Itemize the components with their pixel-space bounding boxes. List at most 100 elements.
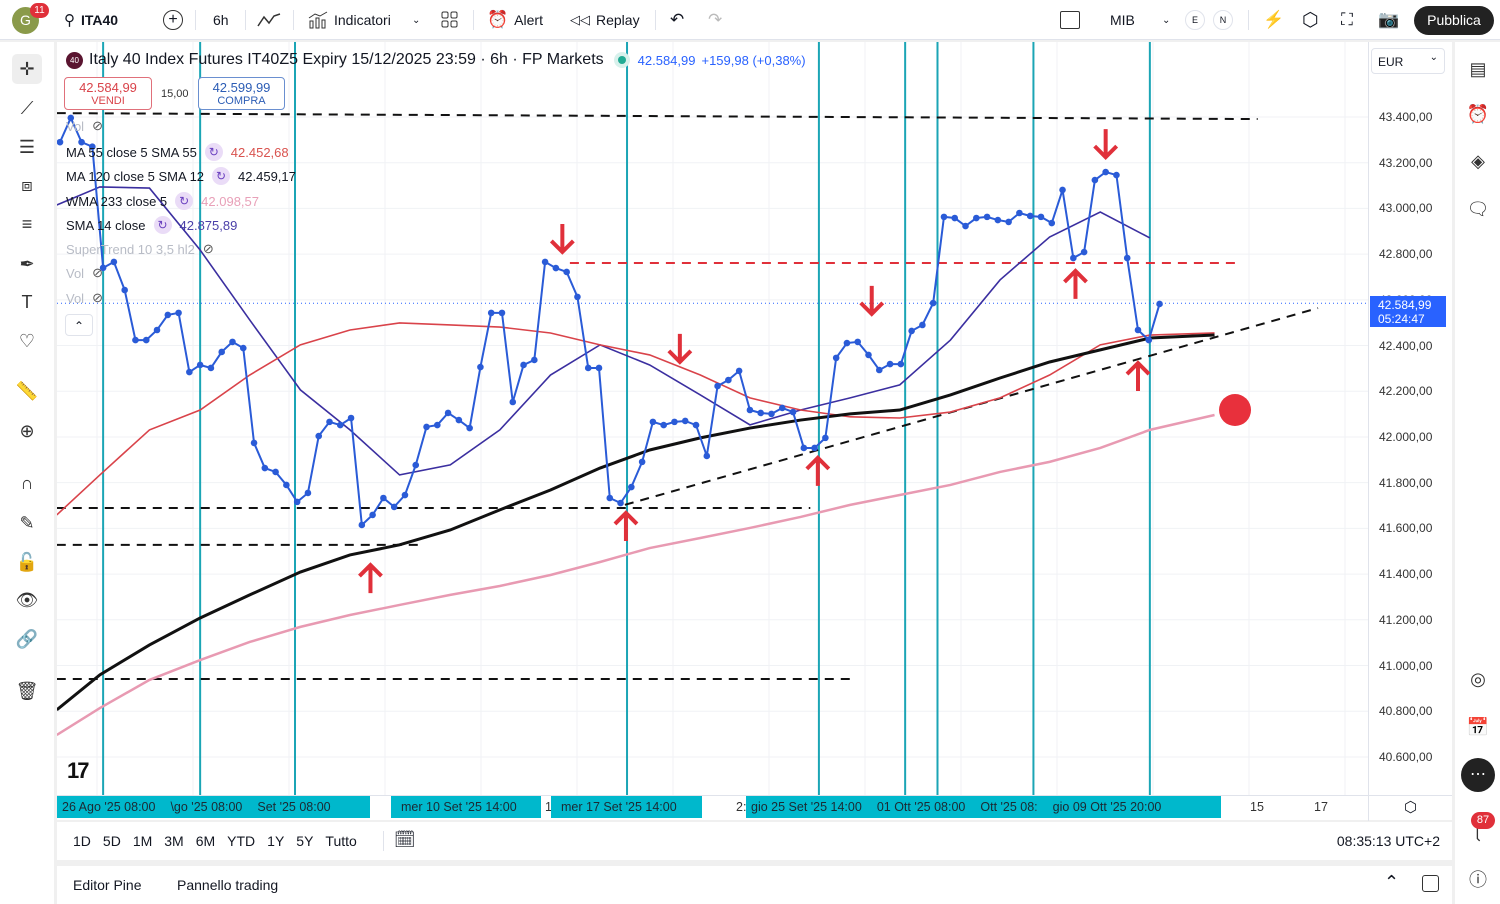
chart-pane[interactable]: 40 Italy 40 Index Futures IT40Z5 Expiry … [57,42,1368,795]
chart-type-button[interactable] [257,0,281,40]
delete-drawings-tool[interactable]: 🗑 [12,676,42,706]
object-tree-button[interactable]: ◈ [1463,146,1493,176]
magnet-tool[interactable]: ∩ [12,468,42,498]
close-point [617,499,624,507]
legend-item[interactable]: WMA 233 close 5 ↻ 42.098,57 [66,192,259,210]
layout-name-button[interactable]: MIB [1110,0,1135,40]
measure-tool[interactable]: 📏 [12,376,42,406]
layout-dropdown[interactable]: ⌄ [1162,0,1170,40]
fib-tool[interactable]: ☰ [12,132,42,162]
replay-button[interactable]: ◁◁ Replay [570,0,640,40]
tab-trading-panel[interactable]: Pannello trading [177,877,278,893]
price-axis[interactable]: EUR ⌄ 40.600,00 40.800,00 41.000,00 41.200,0… [1368,42,1452,795]
hexagon-gear-icon: ⬡ [1403,799,1418,816]
axis-settings-button[interactable]: ⬡ [1368,796,1452,821]
hexagon-gear-icon: ⬡ [1302,9,1319,31]
close-point [498,309,506,317]
buy-button[interactable]: 42.599,99 COMPRA [198,77,285,110]
currency-select[interactable]: EUR ⌄ [1371,48,1445,74]
link-tool[interactable]: 🔗 [12,624,42,654]
lock-drawings-tool[interactable]: 🔓 [12,547,42,577]
range-3m[interactable]: 3M [164,833,183,849]
range-ytd[interactable]: YTD [227,833,255,849]
maximize-panel-button[interactable] [1422,875,1439,892]
compare-button[interactable]: + [163,0,183,40]
sell-button[interactable]: 42.584,99 VENDI [64,77,152,110]
close-point [369,511,376,519]
watchlist-toggle[interactable] [1060,0,1080,40]
refresh-icon[interactable]: ↻ [204,143,223,161]
eye-off-icon[interactable]: ⊘ [92,118,103,134]
legend-label: SuperTrend 10 3,5 hl2 [66,241,195,257]
indicators-button[interactable]: Indicatori [308,0,391,40]
symbol-search[interactable]: ⚲ ITA40 [64,0,118,40]
refresh-icon[interactable]: ↻ [212,167,231,185]
close-point [466,424,473,432]
interval-button[interactable]: 6h [213,0,229,40]
alarm-clock-icon: ⏰ [1466,103,1490,124]
undo-button[interactable]: ↶ [670,0,684,40]
text-tool[interactable]: T [12,287,42,317]
close-point [207,364,215,372]
range-6m[interactable]: 6M [196,833,215,849]
trendline-tool[interactable]: ⟋ [12,93,42,123]
quick-search-button[interactable]: ⚡ [1263,0,1284,40]
range-5d[interactable]: 5D [103,833,121,849]
refresh-icon[interactable]: ↻ [153,216,172,234]
snapshot-button[interactable]: 📷 [1378,0,1399,40]
brush-tool[interactable]: ✒ [12,249,42,279]
goto-date-button[interactable]: 🗓 [394,830,416,850]
icon-tool[interactable]: ♡ [12,326,42,356]
forecast-tool[interactable]: ≡ [12,209,42,239]
publish-button[interactable]: Pubblica [1414,6,1494,35]
range-1m[interactable]: 1M [133,833,152,849]
legend-item[interactable]: Vol ⊘ [66,290,103,306]
badge-n-button[interactable]: N [1213,0,1233,40]
watchlist-button[interactable]: ▤ [1463,54,1493,84]
hide-drawings-tool[interactable]: 👁 [12,585,42,615]
fullscreen-button[interactable]: ⛶ [1341,0,1353,40]
eye-off-icon[interactable]: ⊘ [92,290,103,306]
stay-drawing-tool[interactable]: ✎ [12,508,42,538]
redo-button[interactable]: ↷ [708,0,722,40]
range-tutto[interactable]: Tutto [325,833,356,849]
close-point [142,336,150,344]
pattern-tool[interactable]: ⧈ [12,170,42,200]
refresh-icon[interactable]: ↻ [175,192,194,210]
calendar-button[interactable]: 📅 [1463,712,1493,742]
crosshair-tool[interactable]: ✛ [12,54,42,84]
eye-off-icon[interactable]: ⊘ [92,265,103,281]
range-1y[interactable]: 1Y [267,833,284,849]
chat-button[interactable]: 🗨 [1463,194,1493,224]
range-1d[interactable]: 1D [73,833,91,849]
hotlists-button[interactable]: ◎ [1463,664,1493,694]
timezone-clock[interactable]: 08:35:13 UTC+2 [1337,833,1440,849]
legend-item[interactable]: Vol ⊘ [66,265,103,281]
settings-button[interactable]: ⬡ [1302,0,1319,40]
indicators-dropdown[interactable]: ⌄ [412,0,420,40]
layouts-button[interactable] [441,0,459,40]
range-5y[interactable]: 5Y [296,833,313,849]
help-button[interactable]: ⓘ [1463,864,1493,894]
legend-item[interactable]: SMA 14 close ↻ 42.875,89 [66,216,237,234]
expand-panel-button[interactable]: ⌃ [1384,872,1399,893]
collapse-legend-button[interactable]: ⌃ [65,314,93,336]
time-label: gio 09 Ott '25 20:00 [1052,800,1162,814]
close-point [423,423,430,431]
legend-item[interactable]: Vol ⊘ [66,118,103,134]
badge-e-button[interactable]: E [1185,0,1205,40]
symbol-title[interactable]: Italy 40 Index Futures IT40Z5 Expiry 15/… [89,51,604,69]
eye-off-icon[interactable]: ⊘ [203,241,214,257]
alert-button[interactable]: ⏰ Alert [487,0,543,40]
apps-button[interactable]: ⋯ [1461,758,1495,792]
legend-item[interactable]: SuperTrend 10 3,5 hl2 ⊘ [66,241,214,257]
time-axis[interactable]: 26 Ago '25 08:00 \go '25 08:00 Set '25 08:… [57,795,1452,821]
top-toolbar: G 11 ⚲ ITA40 + 6h Indicatori ⌄ ⏰ Alert ◁◁ R… [0,0,1500,40]
chevron-up-icon: ⌃ [73,319,85,333]
legend-item[interactable]: MA 120 close 5 SMA 12 ↻ 42.459,17 [66,167,296,185]
zoom-tool[interactable]: ⊕ [12,416,42,446]
legend-item[interactable]: MA 55 close 5 SMA 55 ↻ 42.452,68 [66,143,289,161]
tab-pine-editor[interactable]: Editor Pine [73,877,141,893]
alerts-button[interactable]: ⏰ [1463,99,1493,129]
time-label: Set '25 08:00 [257,800,331,814]
